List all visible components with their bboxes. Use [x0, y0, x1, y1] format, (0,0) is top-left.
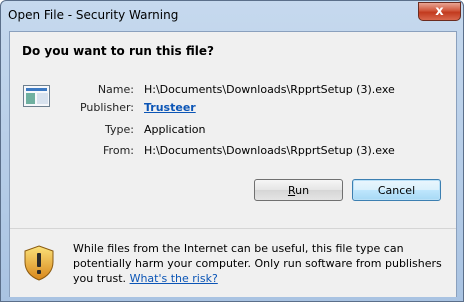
warning-message: While files from the Internet can be use… [73, 241, 448, 286]
publisher-link[interactable]: Trusteer [144, 101, 196, 114]
close-button[interactable]: x [418, 2, 461, 21]
type-label: Type: [105, 123, 134, 136]
run-button[interactable]: Run [254, 179, 343, 201]
security-warning-panel: While files from the Internet can be use… [10, 228, 456, 297]
run-button-label: Run [287, 183, 310, 197]
name-label: Name: [97, 83, 134, 96]
security-warning-window: Open File - Security Warning x Do you wa… [0, 0, 464, 302]
application-file-icon [23, 85, 50, 107]
security-shield-warning-icon [24, 245, 54, 281]
from-label: From: [103, 144, 134, 157]
cancel-button[interactable]: Cancel [352, 179, 441, 201]
dialog-question: Do you want to run this file? [22, 44, 214, 58]
from-value: H:\Documents\Downloads\RpprtSetup (3).ex… [144, 144, 395, 157]
cancel-button-label: Cancel [377, 183, 416, 197]
type-value: Application [144, 123, 206, 136]
file-details-panel: Do you want to run this file? Name: H:\D… [10, 32, 456, 213]
dialog-body: Do you want to run this file? Name: H:\D… [9, 31, 457, 297]
whats-the-risk-link[interactable]: What's the risk? [130, 272, 218, 285]
window-title: Open File - Security Warning [8, 8, 179, 22]
close-icon: x [435, 4, 444, 19]
title-bar[interactable]: Open File - Security Warning x [1, 1, 463, 31]
publisher-label: Publisher: [79, 101, 134, 114]
warning-text: While files from the Internet can be use… [73, 242, 442, 285]
name-value: H:\Documents\Downloads\RpprtSetup (3).ex… [144, 83, 395, 96]
